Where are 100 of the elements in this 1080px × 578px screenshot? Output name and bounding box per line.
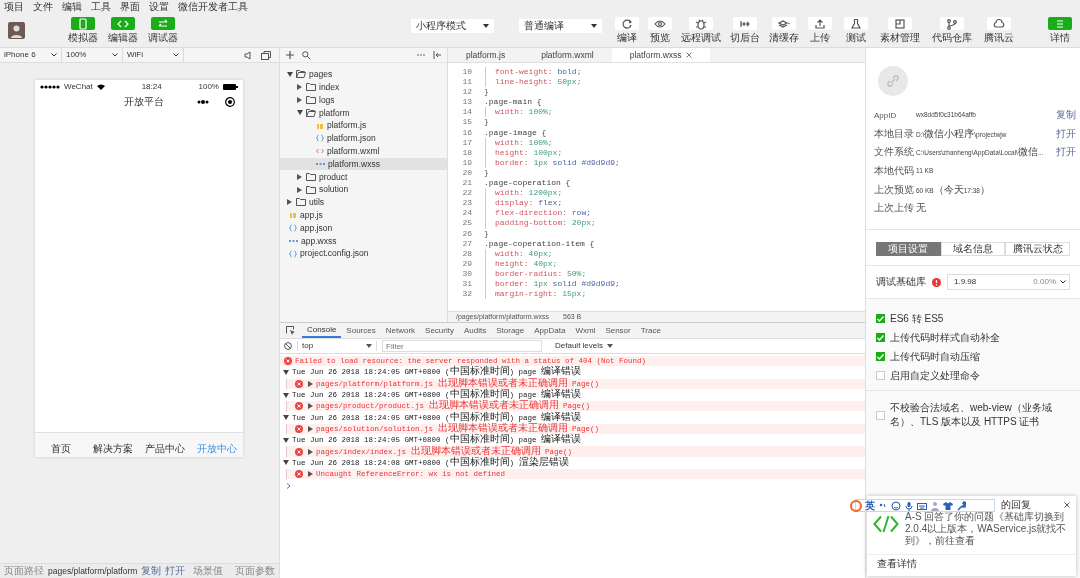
expand-arrow-icon[interactable] bbox=[308, 471, 313, 478]
view-toggle-button[interactable]: 模拟器 bbox=[68, 17, 98, 43]
expand-arrow-icon[interactable] bbox=[308, 380, 313, 387]
folder-item[interactable]: pages bbox=[280, 68, 447, 81]
folder-item[interactable]: platform bbox=[280, 106, 447, 120]
expand-arrow-icon[interactable] bbox=[283, 369, 289, 375]
toggle-arrow-icon[interactable] bbox=[296, 186, 303, 194]
keyboard-icon[interactable] bbox=[917, 500, 927, 511]
file-item[interactable]: platform.json bbox=[280, 132, 447, 145]
refresh-icon bbox=[621, 17, 633, 30]
context-dropdown[interactable]: top bbox=[297, 341, 377, 351]
compile-dropdown[interactable]: 普通编译 bbox=[519, 19, 602, 33]
toolbar-button[interactable]: 清缓存 bbox=[769, 17, 799, 43]
close-target-icon[interactable] bbox=[225, 97, 235, 107]
levels-dropdown[interactable]: Default levels bbox=[555, 341, 614, 351]
menu-item[interactable]: 编辑 bbox=[62, 0, 82, 13]
menu-item[interactable]: 项目 bbox=[4, 0, 24, 13]
toolbar-button[interactable]: 腾讯云 bbox=[984, 17, 1014, 43]
inspect-icon[interactable] bbox=[286, 325, 296, 336]
info-link[interactable]: 打开 bbox=[1056, 127, 1076, 140]
folder-item[interactable]: utils bbox=[280, 195, 447, 209]
smiley-icon[interactable] bbox=[891, 500, 901, 511]
wrench-icon[interactable] bbox=[956, 500, 966, 511]
devtools-tab[interactable]: Sensor bbox=[600, 323, 636, 338]
clear-icon[interactable] bbox=[284, 342, 292, 350]
close-icon[interactable] bbox=[685, 52, 692, 58]
menu-item[interactable]: 设置 bbox=[149, 0, 169, 13]
editor-tab[interactable]: platform.wxml bbox=[523, 48, 612, 62]
tab-bar-item[interactable]: 首页 bbox=[35, 443, 87, 455]
filter-field[interactable]: Filter bbox=[382, 340, 542, 352]
settings-tab[interactable]: 域名信息 bbox=[940, 242, 1006, 256]
search-icon[interactable] bbox=[302, 51, 310, 59]
library-dropdown[interactable]: 1.9.98 0.00% bbox=[947, 274, 1070, 290]
devtools-tab[interactable]: Network bbox=[380, 323, 421, 338]
settings-tab[interactable]: 项目设置 bbox=[876, 242, 941, 256]
toolbar-button[interactable]: 代码仓库 bbox=[932, 17, 972, 43]
speaker-icon[interactable] bbox=[244, 50, 253, 60]
folder-item[interactable]: product bbox=[280, 170, 447, 184]
folder-item[interactable]: solution bbox=[280, 183, 447, 196]
editor-tab[interactable]: platform.js bbox=[448, 48, 524, 62]
tab-bar-item[interactable]: 解决方案 bbox=[87, 443, 139, 455]
microphone-icon[interactable] bbox=[904, 500, 914, 511]
network-dropdown[interactable]: WiFi bbox=[123, 47, 184, 63]
expand-arrow-icon[interactable] bbox=[308, 448, 313, 455]
devtools-tab[interactable]: Security bbox=[420, 323, 459, 338]
devtools-tab[interactable]: AppData bbox=[529, 323, 571, 338]
add-icon[interactable] bbox=[286, 51, 294, 59]
devtools-tab[interactable]: Storage bbox=[491, 323, 530, 338]
collapse-panel-icon[interactable] bbox=[433, 51, 441, 59]
file-item[interactable]: project.config.json bbox=[280, 247, 447, 260]
toolbar-button[interactable]: 素材管理 bbox=[880, 17, 920, 43]
ime-mode-button[interactable]: 英 bbox=[865, 499, 875, 512]
devtools-tab[interactable]: Wxml bbox=[570, 323, 601, 338]
folder-item[interactable]: index bbox=[280, 80, 447, 94]
details-link[interactable]: 查看详情 bbox=[867, 555, 927, 573]
expand-arrow-icon[interactable] bbox=[308, 425, 313, 432]
view-toggle-button[interactable]: 编辑器 bbox=[108, 17, 138, 43]
checkbox[interactable] bbox=[876, 371, 885, 380]
toggle-arrow-icon[interactable] bbox=[286, 198, 293, 206]
view-toggle-button[interactable]: 调试器 bbox=[148, 17, 178, 43]
checkbox[interactable] bbox=[876, 314, 885, 323]
devtools-tab[interactable]: Trace bbox=[635, 323, 666, 338]
editor-tab[interactable]: platform.wxss bbox=[611, 48, 710, 62]
shirt-icon[interactable] bbox=[943, 500, 953, 511]
file-item[interactable]: platform.wxml bbox=[280, 144, 447, 158]
checkbox[interactable] bbox=[876, 410, 885, 420]
devtools-tab[interactable]: Console bbox=[302, 323, 342, 338]
close-icon[interactable] bbox=[1064, 502, 1070, 508]
file-item[interactable]: app.js bbox=[280, 208, 447, 222]
menu-item[interactable]: 工具 bbox=[91, 0, 111, 13]
folder-item[interactable]: logs bbox=[280, 93, 447, 107]
devtools-tab[interactable]: Audits bbox=[458, 323, 492, 338]
toggle-arrow-icon[interactable] bbox=[296, 83, 303, 91]
mode-dropdown[interactable]: 小程序模式 bbox=[411, 19, 494, 33]
file-item[interactable]: platform.js bbox=[280, 119, 447, 132]
menu-item[interactable]: 界面 bbox=[120, 0, 140, 13]
toolbar-button[interactable]: 切后台 bbox=[730, 17, 760, 43]
tab-bar-item[interactable]: 产品中心 bbox=[139, 443, 191, 455]
toggle-arrow-icon[interactable] bbox=[296, 96, 303, 104]
toolbar-button[interactable]: 远程调试 bbox=[681, 17, 721, 43]
menu-item[interactable]: 文件 bbox=[33, 0, 53, 13]
checkbox[interactable] bbox=[876, 352, 885, 361]
file-item[interactable]: platform.wxss bbox=[280, 157, 447, 171]
menu-item[interactable]: 微信开发者工具 bbox=[178, 0, 248, 13]
more-icon[interactable] bbox=[197, 100, 209, 104]
toggle-arrow-icon[interactable] bbox=[296, 173, 303, 181]
file-item[interactable]: app.json bbox=[280, 221, 447, 235]
info-link[interactable]: 打开 bbox=[1056, 146, 1076, 159]
device-dropdown[interactable]: iPhone 6 bbox=[0, 47, 62, 63]
status-link[interactable]: 复制 bbox=[141, 565, 162, 577]
devtools-tab[interactable]: Sources bbox=[341, 323, 381, 338]
expand-arrow-icon[interactable] bbox=[308, 403, 313, 410]
file-item[interactable]: app.wxss bbox=[280, 234, 447, 248]
status-link[interactable]: 打开 bbox=[165, 565, 186, 577]
window-icon[interactable] bbox=[261, 50, 271, 60]
zoom-dropdown[interactable]: 100% bbox=[62, 47, 123, 63]
toggle-arrow-icon[interactable] bbox=[286, 70, 293, 78]
info-link[interactable]: 复制 bbox=[1056, 109, 1076, 122]
checkbox[interactable] bbox=[876, 333, 885, 342]
settings-tab[interactable]: 腾讯云状态 bbox=[1005, 242, 1070, 256]
